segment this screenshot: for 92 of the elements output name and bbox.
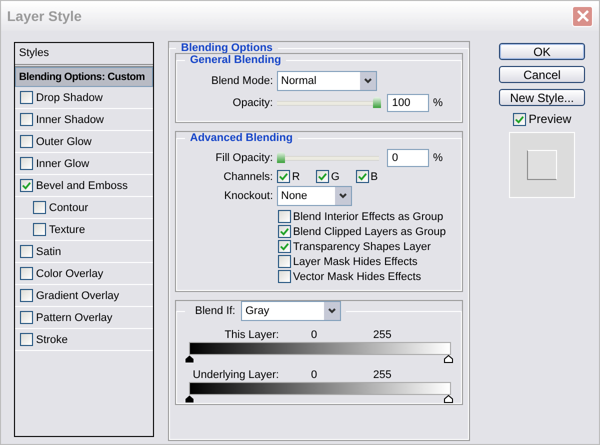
channel-label: B — [370, 170, 378, 182]
style-list-item[interactable]: Blending Options: Custom — [15, 67, 153, 87]
option-label: Blend Clipped Layers as Group — [293, 226, 446, 238]
checkbox[interactable] — [278, 210, 291, 223]
checkbox[interactable] — [278, 255, 291, 268]
range-label: Underlying Layer: — [192, 368, 279, 380]
field-label: Fill Opacity: — [214, 152, 273, 164]
style-label: Contour — [49, 202, 88, 214]
style-label: Bevel and Emboss — [36, 180, 128, 192]
checkbox[interactable] — [356, 170, 369, 183]
slider-thumb[interactable] — [277, 152, 285, 163]
dialog-button[interactable]: New Style... — [499, 89, 585, 106]
window-title: Layer Style — [7, 8, 82, 24]
style-list-item[interactable]: Color Overlay — [15, 263, 153, 285]
style-label: Inner Shadow — [36, 114, 104, 126]
style-list-item[interactable]: Outer Glow — [15, 131, 153, 153]
close-icon — [576, 9, 590, 23]
style-label: Satin — [36, 246, 62, 258]
style-label: Color Overlay — [36, 268, 104, 280]
checkbox[interactable] — [20, 289, 33, 302]
field-label: Blend Mode: — [210, 75, 273, 87]
section-title: Blending Options — [180, 42, 274, 54]
dialog-button[interactable]: OK — [499, 43, 585, 60]
option-label: Layer Mask Hides Effects — [293, 256, 418, 268]
style-label: Pattern Overlay — [36, 312, 112, 324]
checkbox[interactable] — [278, 270, 291, 283]
style-list-item[interactable]: Inner Glow — [15, 153, 153, 175]
opacity-field[interactable]: 100 — [387, 94, 429, 112]
checkbox[interactable] — [20, 333, 33, 346]
channel-label: R — [292, 170, 300, 182]
checkbox[interactable] — [277, 170, 290, 183]
option-label: Vector Mask Hides Effects — [293, 270, 422, 282]
unit-label: % — [433, 152, 443, 164]
range-value: 255 — [373, 328, 392, 340]
style-label: Outer Glow — [36, 136, 92, 148]
chevron-down-icon — [338, 191, 348, 201]
checkbox[interactable] — [20, 267, 33, 280]
checkbox[interactable] — [316, 170, 329, 183]
range-value: 255 — [373, 368, 392, 380]
style-label: Drop Shadow — [36, 92, 103, 104]
slider-handle[interactable] — [185, 355, 194, 363]
preview-swatch — [509, 132, 575, 198]
field-label: Opacity: — [232, 97, 273, 109]
checkbox[interactable] — [20, 91, 33, 104]
field-label: Channels: — [222, 170, 273, 182]
checkbox[interactable] — [512, 112, 526, 126]
range-value: 0 — [311, 368, 318, 380]
style-list-item[interactable]: Drop Shadow — [15, 87, 153, 109]
style-list-item[interactable]: Inner Shadow — [15, 109, 153, 131]
style-label: Texture — [49, 224, 86, 236]
checkbox[interactable] — [278, 225, 291, 238]
field-label: Blend If: — [195, 305, 236, 317]
channel-label: G — [330, 170, 340, 182]
chevron-down-icon — [327, 306, 338, 316]
style-label: Inner Glow — [36, 158, 90, 170]
checkbox[interactable] — [20, 135, 33, 148]
section-title: General Blending — [189, 54, 282, 66]
range-value: 0 — [311, 328, 318, 340]
checkbox[interactable] — [278, 240, 291, 253]
option-label: Blend Interior Effects as Group — [293, 210, 444, 222]
style-list-item[interactable]: Pattern Overlay — [15, 307, 153, 329]
checkbox[interactable] — [33, 223, 46, 236]
style-list-item[interactable]: Satin — [15, 241, 153, 263]
checkbox[interactable] — [20, 311, 33, 324]
style-label: Stroke — [36, 334, 68, 346]
preview-label: Preview — [528, 112, 572, 126]
dialog-button[interactable]: Cancel — [499, 66, 585, 83]
checkbox[interactable] — [33, 201, 46, 214]
style-label: Gradient Overlay — [36, 290, 120, 302]
slider-handle[interactable] — [444, 395, 453, 403]
style-list-item[interactable]: Contour — [15, 197, 153, 219]
checkbox[interactable] — [20, 179, 33, 192]
knockout-dropdown[interactable]: None — [277, 186, 352, 206]
blend-mode-dropdown[interactable]: Normal — [277, 71, 377, 91]
style-list-item[interactable]: Texture — [15, 219, 153, 241]
checkbox[interactable] — [20, 113, 33, 126]
chevron-down-icon — [363, 76, 373, 86]
option-label: Transparency Shapes Layer — [293, 240, 431, 252]
range-label: This Layer: — [224, 328, 279, 340]
section-title: Advanced Blending — [189, 132, 294, 144]
checkbox[interactable] — [20, 157, 33, 170]
slider-thumb[interactable] — [372, 97, 381, 108]
style-list-item[interactable]: Gradient Overlay — [15, 285, 153, 307]
style-list-item[interactable]: Stroke — [15, 329, 153, 351]
style-list-item[interactable]: Bevel and Emboss — [15, 175, 153, 197]
field-label: Knockout: — [223, 190, 273, 202]
checkbox[interactable] — [20, 245, 33, 258]
slider-handle[interactable] — [185, 395, 194, 403]
slider-handle[interactable] — [444, 355, 453, 363]
fill-opacity-field[interactable]: 0 — [387, 149, 429, 167]
unit-label: % — [433, 97, 443, 109]
blend-if-dropdown[interactable]: Gray — [241, 301, 342, 321]
